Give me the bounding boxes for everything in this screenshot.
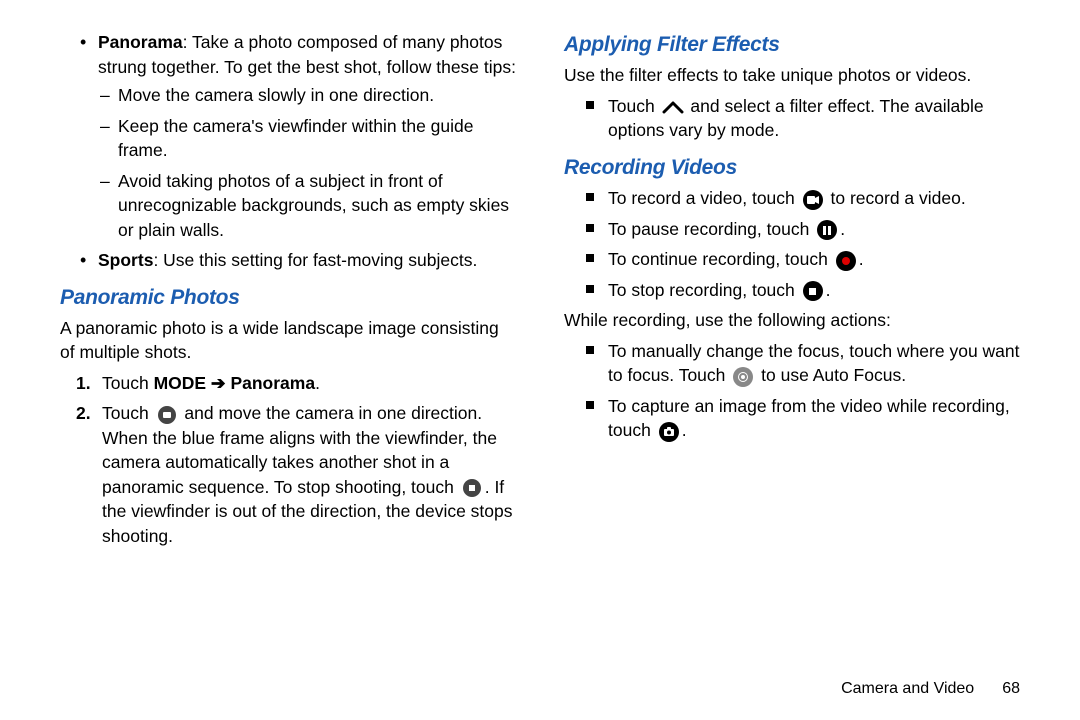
- left-column: Panorama: Take a photo composed of many …: [60, 30, 516, 554]
- autofocus-icon: [732, 366, 754, 388]
- panoramic-intro: A panoramic photo is a wide landscape im…: [60, 316, 516, 365]
- pause-icon: [816, 219, 838, 241]
- step-1: Touch MODE ➔ Panorama.: [60, 371, 516, 396]
- bullet-text: : Use this setting for fast-moving subje…: [153, 250, 477, 270]
- step-text: Touch: [102, 373, 154, 393]
- footer-page-number: 68: [1002, 678, 1020, 700]
- chevron-up-icon: [662, 96, 684, 118]
- tip: Move the camera slowly in one direction.: [98, 83, 516, 108]
- filter-intro: Use the filter effects to take unique ph…: [564, 63, 1020, 88]
- recording-list: To record a video, touch to record a vid…: [564, 186, 1020, 302]
- panorama-steps: Touch MODE ➔ Panorama. Touch and move th…: [60, 371, 516, 549]
- while-list: To manually change the focus, touch wher…: [564, 339, 1020, 443]
- heading-panoramic-photos: Panoramic Photos: [60, 283, 516, 312]
- capture-camera-icon: [658, 421, 680, 443]
- step-text: .: [315, 373, 320, 393]
- record-dot-icon: [835, 250, 857, 272]
- text: .: [840, 219, 845, 239]
- stop-item: To stop recording, touch .: [564, 278, 1020, 303]
- heading-applying-filter-effects: Applying Filter Effects: [564, 30, 1020, 59]
- bullet-panorama: Panorama: Take a photo composed of many …: [60, 30, 516, 242]
- step-2: Touch and move the camera in one directi…: [60, 401, 516, 548]
- text: To continue recording, touch: [608, 249, 833, 269]
- text: Touch: [608, 96, 660, 116]
- text: to record a video.: [826, 188, 966, 208]
- stop-icon: [802, 280, 824, 302]
- mode-bullets: Panorama: Take a photo composed of many …: [60, 30, 516, 273]
- right-column: Applying Filter Effects Use the filter e…: [564, 30, 1020, 554]
- filter-item: Touch and select a filter effect. The av…: [564, 94, 1020, 143]
- record-item: To record a video, touch to record a vid…: [564, 186, 1020, 211]
- stop-shooting-icon: [461, 477, 483, 499]
- focus-item: To manually change the focus, touch wher…: [564, 339, 1020, 388]
- tip: Avoid taking photos of a subject in fron…: [98, 169, 516, 243]
- panorama-tips: Move the camera slowly in one direction.…: [98, 83, 516, 242]
- text: .: [826, 280, 831, 300]
- step-text: Touch: [102, 403, 154, 423]
- filter-list: Touch and select a filter effect. The av…: [564, 94, 1020, 143]
- continue-item: To continue recording, touch .: [564, 247, 1020, 272]
- record-video-icon: [802, 189, 824, 211]
- text: To record a video, touch: [608, 188, 800, 208]
- capture-item: To capture an image from the video while…: [564, 394, 1020, 443]
- footer-section: Camera and Video: [841, 678, 974, 700]
- bullet-lead: Sports: [98, 250, 153, 270]
- heading-recording-videos: Recording Videos: [564, 153, 1020, 182]
- pause-item: To pause recording, touch .: [564, 217, 1020, 242]
- text: to use Auto Focus.: [756, 365, 906, 385]
- bullet-lead: Panorama: [98, 32, 183, 52]
- text: To pause recording, touch: [608, 219, 814, 239]
- text: To stop recording, touch: [608, 280, 800, 300]
- while-recording: While recording, use the following actio…: [564, 308, 1020, 333]
- step-bold: MODE ➔ Panorama: [154, 373, 316, 393]
- bullet-sports: Sports: Use this setting for fast-moving…: [60, 248, 516, 273]
- camera-shutter-icon: [156, 404, 178, 426]
- tip: Keep the camera's viewfinder within the …: [98, 114, 516, 163]
- text: .: [859, 249, 864, 269]
- page-footer: Camera and Video 68: [841, 678, 1020, 700]
- text: .: [682, 420, 687, 440]
